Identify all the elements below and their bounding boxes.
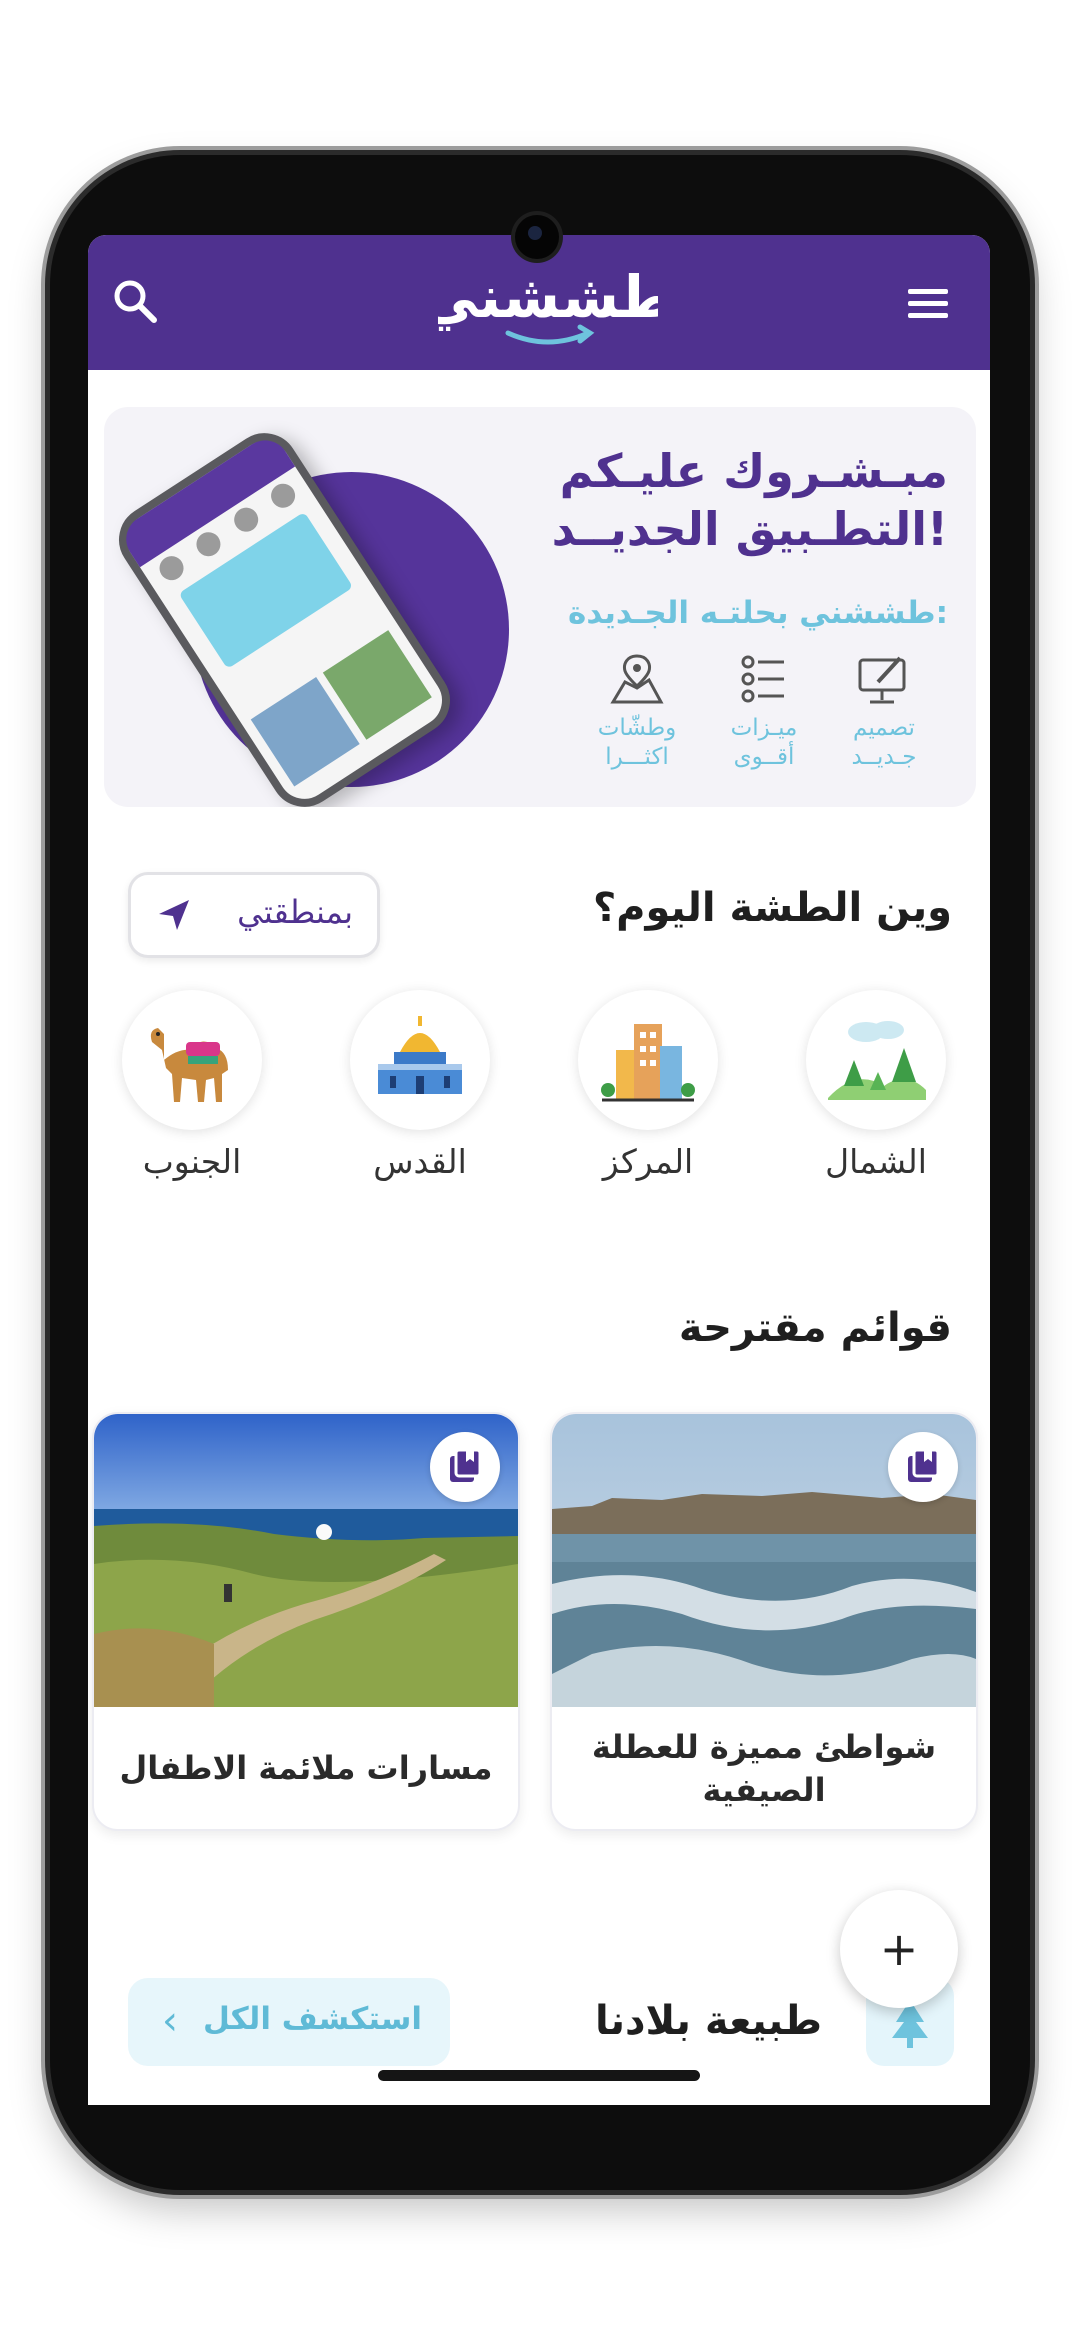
region-center[interactable]: المركز — [573, 990, 723, 1181]
region-south-label: الجنوب — [142, 1142, 242, 1181]
center-buildings-icon — [578, 990, 718, 1130]
features-list-icon — [741, 655, 784, 703]
south-camel-icon — [122, 990, 262, 1130]
list-card-kids-trails-title: مسارات ملائمة الاطفال — [119, 1749, 493, 1788]
banner-title: مبـشـروك عليـكم التطـبيق الجديــد! — [518, 443, 948, 558]
logo-text: طششني — [438, 263, 658, 331]
trail-photo — [94, 1414, 518, 1707]
feature-features: ميـزات أقــوى — [709, 652, 819, 772]
feature-features-label-top: ميـزات — [730, 715, 798, 741]
north-hills-icon — [806, 990, 946, 1130]
feature-places-label-bottom: اكثـــرا — [605, 743, 669, 770]
my-area-button[interactable]: بمنطقتي — [128, 872, 380, 958]
feature-design-label-bottom: جـديــد — [851, 743, 917, 770]
bookmark-button[interactable] — [430, 1432, 500, 1502]
region-jerusalem[interactable]: القدس — [345, 990, 495, 1181]
search-button[interactable] — [106, 272, 166, 332]
region-south[interactable]: الجنوب — [117, 990, 267, 1181]
explore-all-button[interactable]: ‹ استكشف الكل — [128, 1978, 450, 2066]
suggested-lists-title: قوائم مقترحة — [678, 1305, 952, 1351]
bookmark-collection-icon — [450, 1448, 482, 1482]
bookmark-collection-icon — [908, 1448, 940, 1482]
jerusalem-dome-icon — [350, 990, 490, 1130]
front-camera — [515, 215, 559, 259]
region-jerusalem-label: القدس — [373, 1142, 467, 1181]
list-card-beaches[interactable]: شواطئ مميزة للعطلة الصيفية — [550, 1412, 978, 1831]
feature-places-label-top: وطشّات — [597, 715, 677, 741]
promo-banner[interactable]: مبـشـروك عليـكم التطـبيق الجديــد! طششني… — [104, 407, 976, 807]
map-pin-icon — [610, 654, 664, 704]
app-screen: طششني مبـشـروك عليـكم التطـبيق الجديــد! — [88, 235, 990, 2105]
region-north-label: الشمال — [825, 1142, 927, 1181]
home-indicator[interactable] — [378, 2070, 700, 2081]
list-card-beaches-title: شواطئ مميزة للعطلة الصيفية — [591, 1727, 937, 1809]
chevron-left-icon: ‹ — [162, 1998, 178, 2044]
beach-photo — [552, 1414, 976, 1707]
hamburger-menu-icon — [908, 289, 948, 318]
explore-all-label: استكشف الكل — [202, 2001, 422, 2037]
bookmark-button[interactable] — [888, 1432, 958, 1502]
banner-title-line1: مبـشـروك عليـكم — [559, 444, 948, 498]
my-area-label: بمنطقتي — [237, 893, 353, 931]
nature-section-title: طبيعة بلادنا — [594, 1998, 822, 2044]
search-icon — [114, 280, 157, 323]
feature-features-label-bottom: أقــوى — [733, 743, 795, 770]
list-card-kids-trails[interactable]: مسارات ملائمة الاطفال — [92, 1412, 520, 1831]
design-monitor-icon — [858, 656, 906, 704]
region-center-label: المركز — [602, 1142, 694, 1181]
banner-title-line2: التطـبيق الجديــد! — [551, 501, 948, 556]
feature-places: وطشّات اكثـــرا — [582, 652, 692, 772]
feature-design-label-top: تصميم — [853, 715, 915, 741]
feature-design: تصميم جـديــد — [829, 652, 939, 772]
regions-title: وين الطشة اليوم؟ — [592, 885, 952, 931]
app-logo: طششني — [420, 255, 676, 365]
add-fab-button[interactable]: + — [840, 1890, 958, 2008]
navigation-arrow-icon — [159, 900, 189, 930]
menu-button[interactable] — [902, 277, 958, 333]
banner-subtitle: طششني بحلتـه الجـديدة: — [568, 595, 948, 631]
region-north[interactable]: الشمال — [801, 990, 951, 1181]
